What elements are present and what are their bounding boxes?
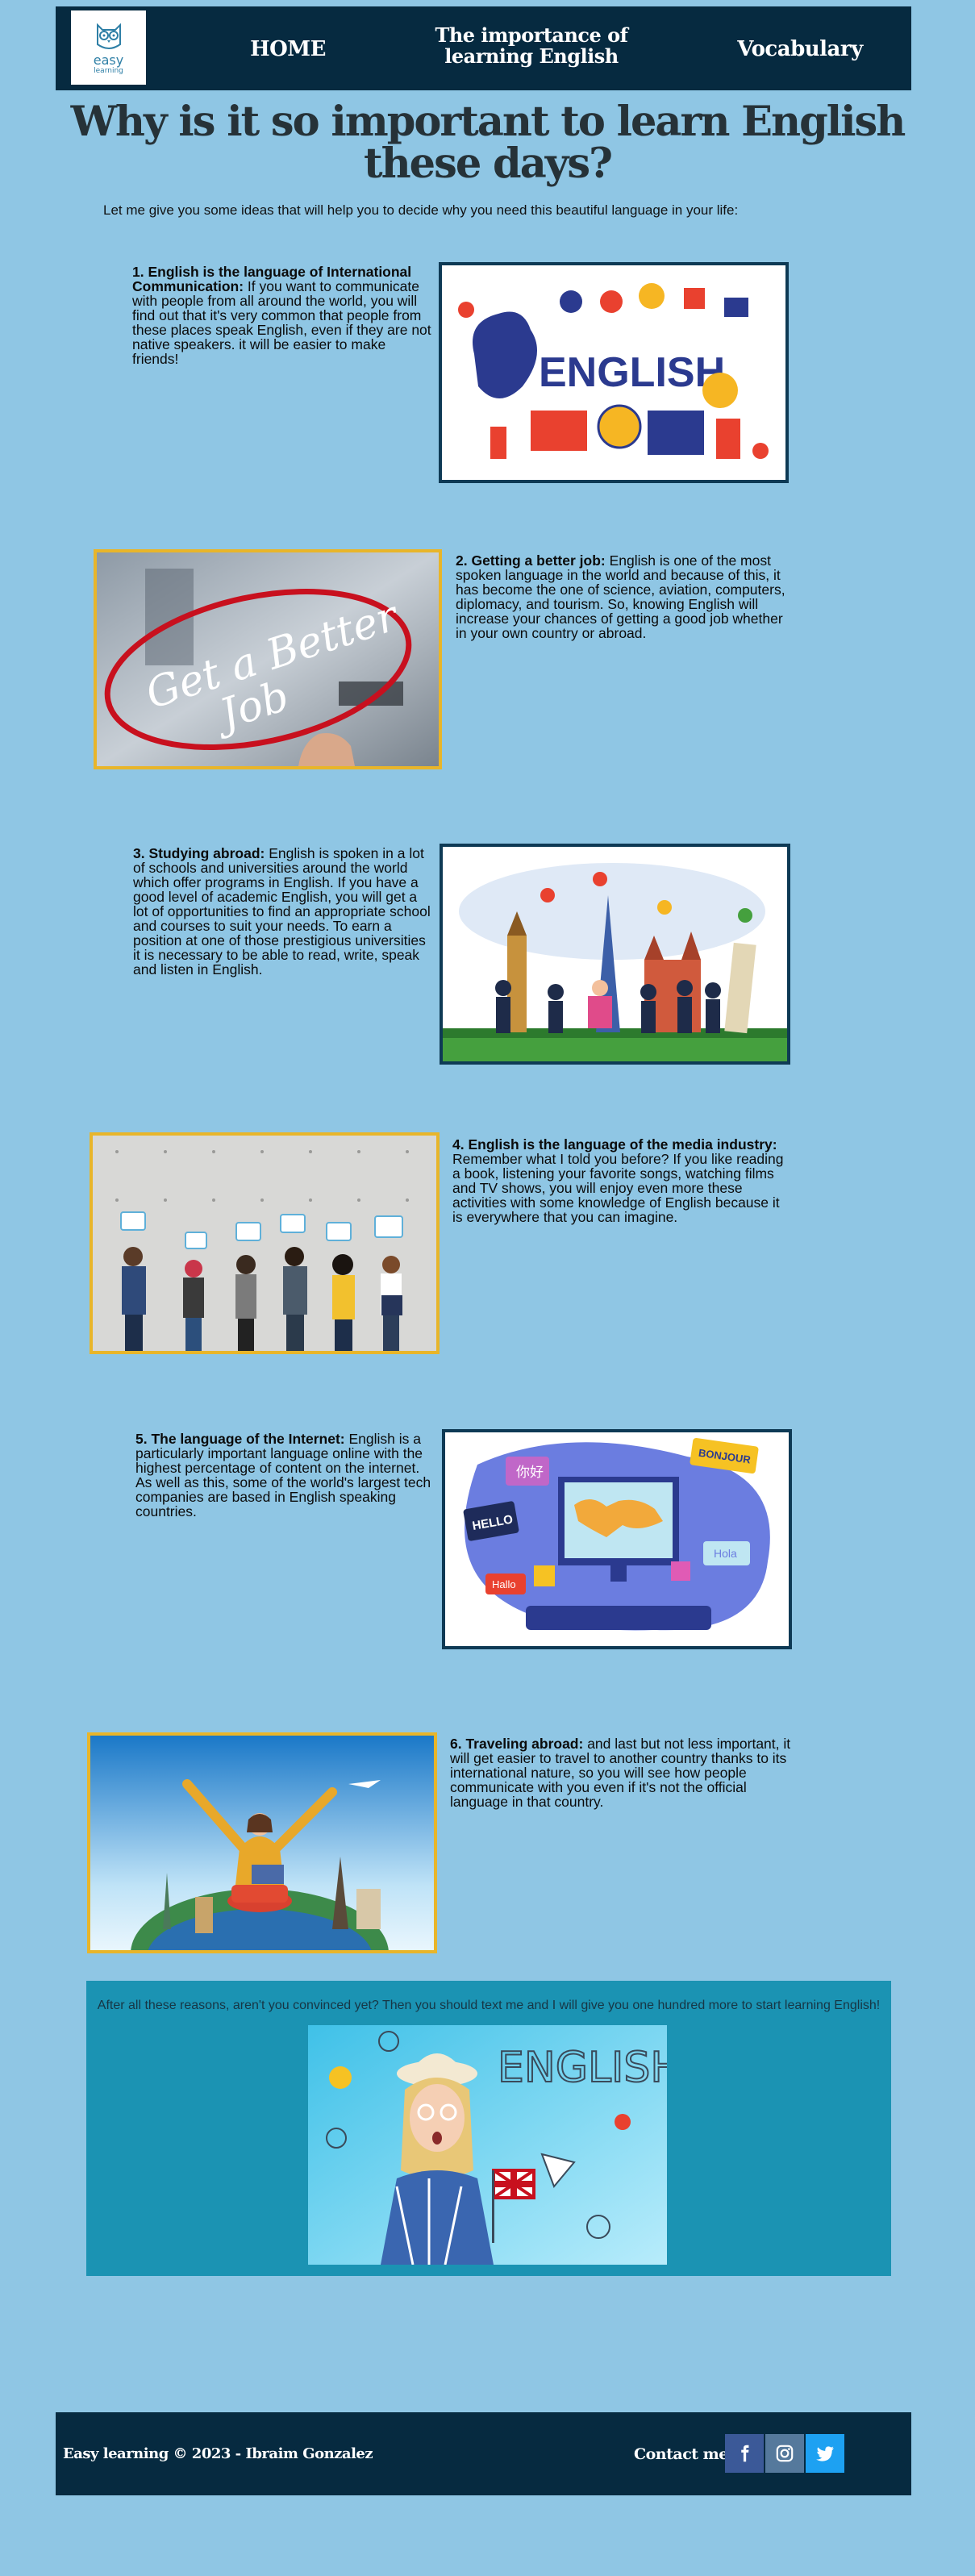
site-logo[interactable]: easy learning bbox=[71, 10, 146, 85]
twitter-icon bbox=[816, 2446, 834, 2461]
closing-image: ENGLISH bbox=[308, 2025, 667, 2265]
page-title-line1: Why is it so important to learn English bbox=[70, 98, 906, 146]
section-3-image bbox=[440, 844, 790, 1065]
section-5-bubble-1: 你好 bbox=[516, 1465, 544, 1481]
site-header: easy learning HOME The importance of lea… bbox=[56, 6, 911, 90]
logo-text: easy bbox=[93, 52, 124, 68]
section-3-text: 3. Studying abroad: English is spoken in… bbox=[133, 846, 433, 977]
section-3-heading: 3. Studying abroad: bbox=[133, 845, 265, 861]
closing-text: After all these reasons, aren't you conv… bbox=[97, 1999, 881, 2012]
nav-importance-line2: learning English bbox=[444, 44, 619, 68]
instagram-link[interactable] bbox=[765, 2434, 804, 2473]
section-4-text: 4. English is the language of the media … bbox=[452, 1137, 791, 1224]
intro-text: Let me give you some ideas that will hel… bbox=[103, 202, 739, 218]
page-title-line2: these days? bbox=[364, 140, 613, 188]
closing-section: After all these reasons, aren't you conv… bbox=[86, 1981, 891, 2276]
section-6-heading: 6. Traveling abroad: bbox=[450, 1736, 584, 1752]
facebook-link[interactable] bbox=[725, 2434, 764, 2473]
section-4-image bbox=[90, 1132, 440, 1354]
section-5-text: 5. The language of the Internet: English… bbox=[135, 1432, 435, 1519]
section-6-image bbox=[87, 1732, 437, 1953]
nav-home-link[interactable]: HOME bbox=[240, 37, 336, 61]
section-1-image-label: ENGLISH bbox=[539, 349, 725, 396]
section-5-bubble-5: Hallo bbox=[492, 1578, 516, 1590]
section-5-image: 你好 BONJOUR HELLO Hola Hallo bbox=[442, 1429, 792, 1649]
site-footer: Easy learning © 2023 - Ibraim Gonzalez C… bbox=[56, 2412, 911, 2495]
section-3-body: English is spoken in a lot of schools an… bbox=[133, 845, 431, 977]
section-2-image: Get a Better Job bbox=[94, 549, 442, 769]
instagram-icon bbox=[776, 2445, 794, 2462]
section-2-text: 2. Getting a better job: English is one … bbox=[456, 553, 788, 640]
nav-importance-link[interactable]: The importance of learning English bbox=[419, 25, 644, 67]
section-2-heading: 2. Getting a better job: bbox=[456, 552, 606, 569]
section-4-body: Remember what I told you before? If you … bbox=[452, 1151, 784, 1225]
section-4-heading: 4. English is the language of the media … bbox=[452, 1136, 777, 1153]
nav-importance-line1: The importance of bbox=[435, 23, 628, 47]
logo-subtext: learning bbox=[94, 67, 123, 75]
section-1-text: 1. English is the language of Internatio… bbox=[132, 265, 435, 366]
section-5-bubble-4: Hola bbox=[714, 1547, 737, 1560]
contact-label: Contact me bbox=[634, 2445, 728, 2463]
twitter-link[interactable] bbox=[806, 2434, 844, 2473]
owl-logo-icon bbox=[96, 23, 121, 49]
page-title: Why is it so important to learn English … bbox=[48, 101, 927, 185]
closing-image-label: ENGLISH bbox=[498, 2044, 667, 2092]
facebook-icon bbox=[741, 2445, 749, 2462]
copyright-text: Easy learning © 2023 - Ibraim Gonzalez bbox=[63, 2445, 373, 2462]
section-5-heading: 5. The language of the Internet: bbox=[135, 1431, 345, 1447]
section-1-image: ENGLISH bbox=[439, 262, 789, 483]
nav-vocabulary-link[interactable]: Vocabulary bbox=[723, 37, 877, 61]
section-6-text: 6. Traveling abroad: and last but not le… bbox=[450, 1736, 792, 1809]
